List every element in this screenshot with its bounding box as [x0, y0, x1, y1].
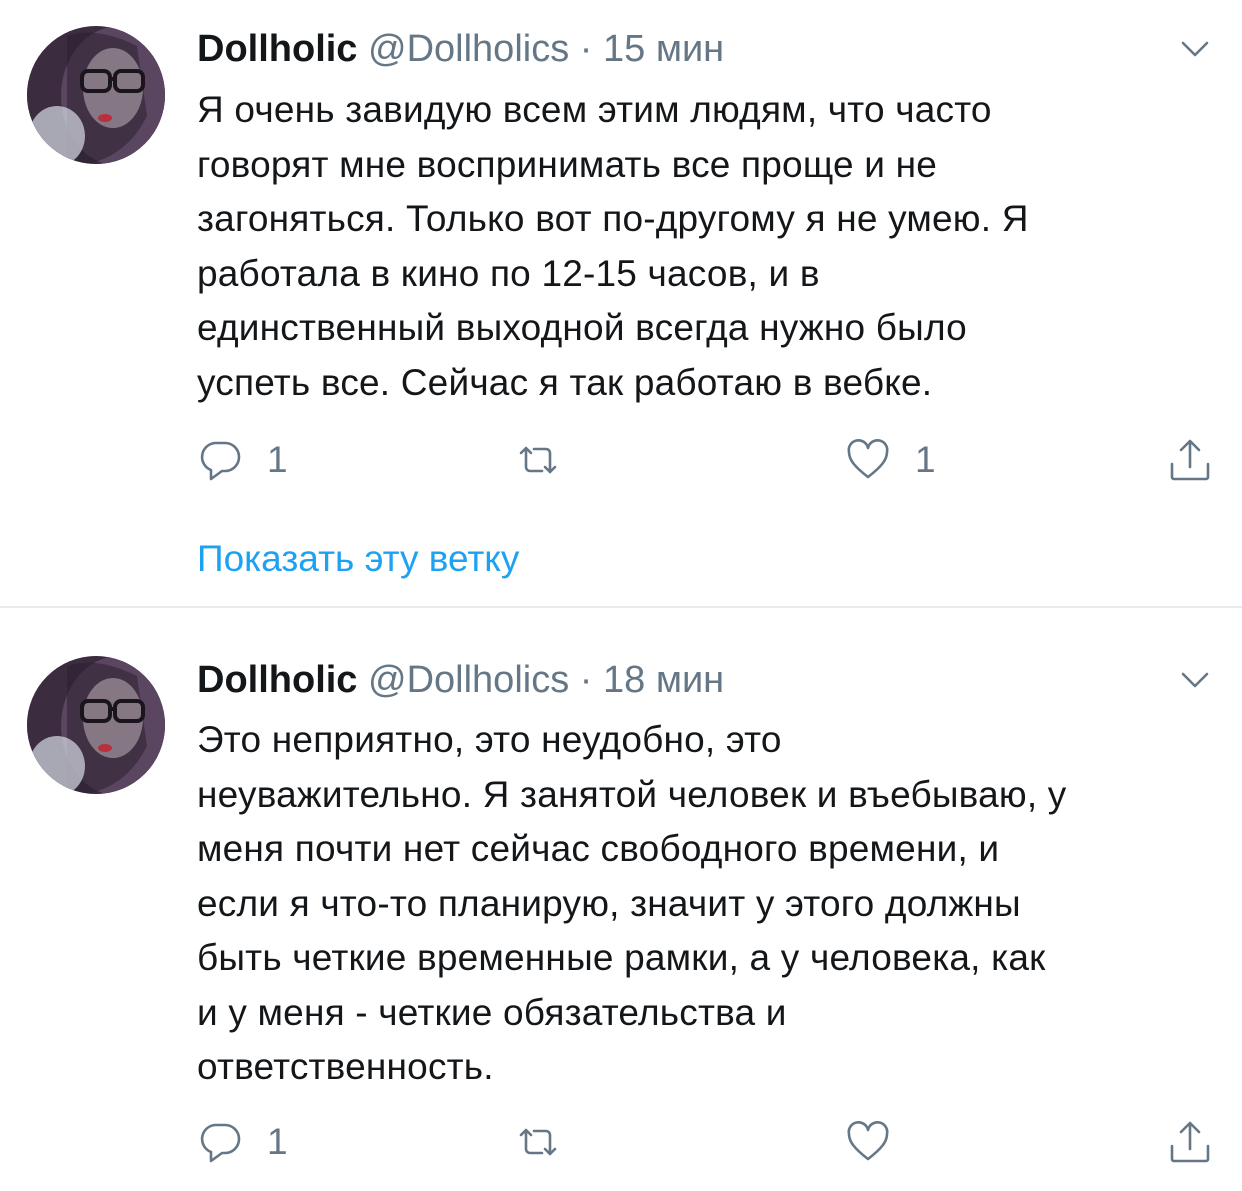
tweet-timestamp[interactable]: 15 мин — [603, 28, 724, 70]
tweet-timestamp[interactable]: 18 мин — [603, 659, 724, 701]
tweet-text-line: успеть все. Сейчас я так работаю в вебке… — [197, 361, 933, 403]
show-thread-link[interactable]: Показать эту ветку — [197, 534, 519, 584]
chevron-down-icon[interactable] — [1178, 32, 1212, 66]
tweet-text-line: Это неприятно, это неудобно, это — [197, 719, 782, 760]
like-count: 1 — [915, 439, 936, 480]
retweet-button[interactable] — [515, 435, 585, 485]
retweet-icon — [519, 446, 557, 474]
avatar-image — [27, 26, 165, 164]
retweet-icon — [519, 1128, 557, 1156]
tweet-text-line: говорят мне воспринимать все проще и не — [197, 143, 938, 185]
tweet[interactable]: Dollholic @Dollholics · 15 мин Я очень з… — [0, 0, 1242, 606]
tweet-text: Это неприятно, это неудобно, это неуважи… — [197, 713, 1217, 1095]
tweet-text-line: и у меня - четкие обязательства и — [197, 991, 787, 1033]
share-icon — [1170, 1121, 1210, 1163]
user-handle[interactable]: @Dollholics — [368, 659, 569, 701]
tweet-text-line: загоняться. Только вот по-другому я не у… — [197, 198, 1029, 239]
reply-icon — [200, 1123, 241, 1163]
avatar[interactable] — [27, 26, 165, 164]
tweet-text-line: неуважительно. Я занятой человек и въебы… — [197, 773, 1067, 815]
heart-icon — [847, 439, 889, 479]
tweet-actions: 1 1 — [197, 435, 1217, 485]
reply-count: 1 — [267, 1121, 288, 1162]
tweet-text-line: меня почти нет сейчас свободного времени… — [197, 828, 1000, 869]
reply-icon — [200, 441, 241, 481]
reply-count: 1 — [267, 439, 288, 480]
tweet-actions: 1 — [197, 1117, 1217, 1167]
separator-dot: · — [579, 659, 593, 701]
user-handle[interactable]: @Dollholics — [368, 28, 569, 70]
tweet-text-line: быть четкие временные рамки, а у человек… — [197, 937, 1046, 978]
avatar[interactable] — [27, 656, 165, 794]
tweet-text-line: ответственность. — [197, 1046, 494, 1087]
like-button[interactable] — [845, 1117, 915, 1167]
separator-dot: · — [579, 28, 593, 70]
tweet-text-line: Я очень завидую всем этим людям, что час… — [197, 89, 992, 130]
share-icon — [1170, 439, 1210, 481]
tweet-text: Я очень завидую всем этим людям, что час… — [197, 83, 1217, 410]
retweet-button[interactable] — [515, 1117, 585, 1167]
like-button[interactable]: 1 — [845, 435, 936, 485]
tweet-header: Dollholic @Dollholics · 18 мин — [197, 655, 724, 705]
display-name[interactable]: Dollholic — [197, 659, 357, 701]
share-button[interactable] — [1167, 1117, 1213, 1167]
heart-icon — [847, 1121, 889, 1161]
tweet-header: Dollholic @Dollholics · 15 мин — [197, 24, 724, 74]
tweet-text-line: работала в кино по 12-15 часов, и в — [197, 252, 820, 294]
chevron-down-icon[interactable] — [1178, 663, 1212, 697]
tweet-text-line: если я что-то планирую, значит у этого д… — [197, 882, 1021, 924]
tweet[interactable]: Dollholic @Dollholics · 18 мин Это непри… — [0, 608, 1242, 1191]
reply-button[interactable]: 1 — [197, 1117, 288, 1167]
reply-button[interactable]: 1 — [197, 435, 288, 485]
tweet-text-line: единственный выходной всегда нужно было — [197, 307, 967, 348]
display-name[interactable]: Dollholic — [197, 28, 357, 70]
share-button[interactable] — [1167, 435, 1213, 485]
avatar-image — [27, 656, 165, 794]
